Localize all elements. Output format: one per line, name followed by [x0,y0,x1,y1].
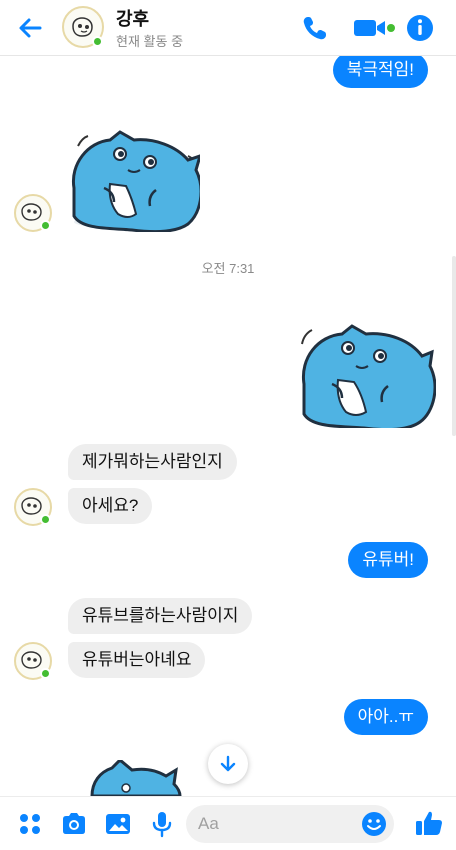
composer-bar [0,796,456,850]
cat-sticker[interactable] [86,760,186,796]
emoji-icon[interactable] [360,810,388,838]
cartoon-face-icon [21,651,42,669]
video-call-icon[interactable] [352,13,396,43]
apps-icon[interactable] [16,810,44,838]
cartoon-face-icon [72,17,93,37]
incoming-message[interactable]: 유튜버는아녜요 [68,642,206,678]
outgoing-message[interactable]: 유튜버! [348,542,428,578]
active-status: 현재 활동 중 [116,34,184,49]
cat-sticker[interactable] [296,320,436,428]
online-indicator [92,36,103,47]
sender-avatar[interactable] [14,488,52,526]
incoming-message[interactable]: 제가뭐하는사람인지 [68,444,237,480]
contact-avatar[interactable] [62,6,104,48]
scroll-to-bottom-button[interactable] [208,744,248,784]
phone-icon[interactable] [300,13,330,43]
cat-sticker[interactable] [64,128,200,232]
cartoon-face-icon [21,203,42,221]
outgoing-message[interactable]: 북극적임! [332,52,428,88]
microphone-icon[interactable] [148,810,176,838]
online-indicator [40,220,51,231]
message-timestamp: 오전 7:31 [201,261,255,276]
gallery-icon[interactable] [104,810,132,838]
outgoing-message[interactable]: 아아..ㅠ [343,699,428,735]
cartoon-face-icon [21,497,42,515]
message-input[interactable] [198,811,348,837]
chat-header: 강후 현재 활동 중 [0,0,456,56]
camera-icon[interactable] [60,810,88,838]
back-arrow-icon[interactable] [14,12,46,44]
online-indicator [40,668,51,679]
sender-avatar[interactable] [14,194,52,232]
thumbs-up-icon[interactable] [414,808,444,838]
arrow-down-icon [220,755,236,772]
incoming-message[interactable]: 아세요? [68,488,153,524]
sender-avatar[interactable] [14,642,52,680]
contact-name[interactable]: 강후 [116,5,149,31]
online-indicator [40,514,51,525]
incoming-message[interactable]: 유튜브를하는사람이지 [68,598,253,634]
scroll-track [452,256,456,436]
info-icon[interactable] [406,14,434,42]
message-composer[interactable] [186,805,394,843]
